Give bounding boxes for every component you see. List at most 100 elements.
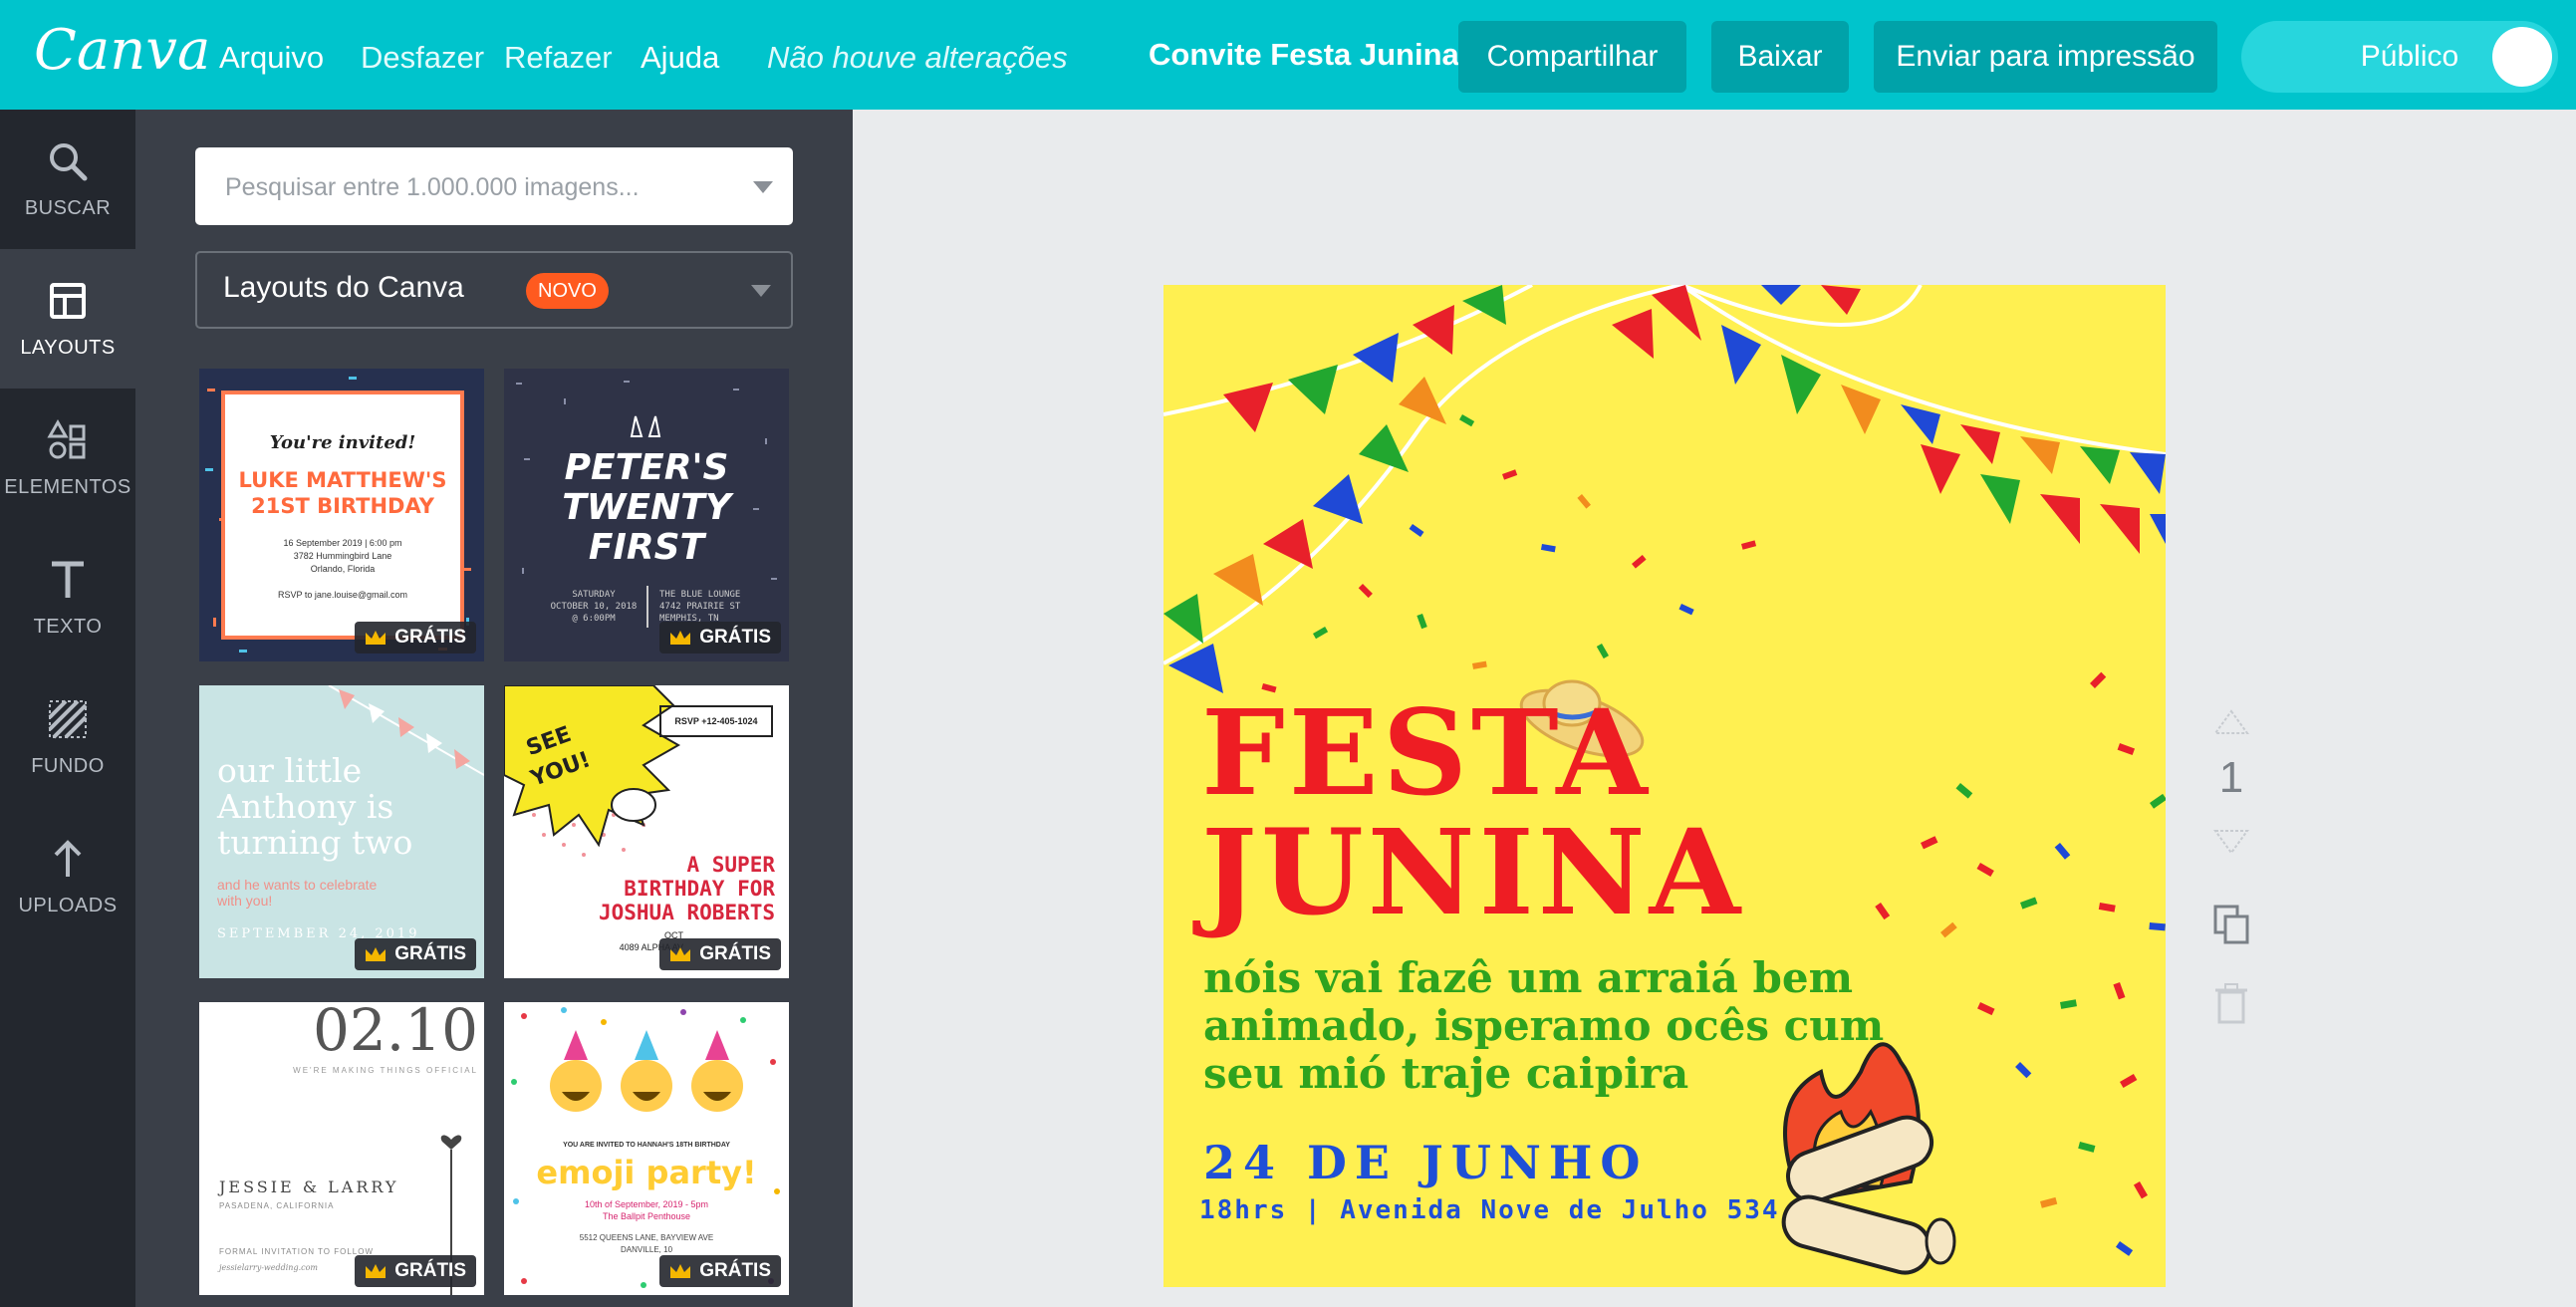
rail-label: TEXTO bbox=[33, 616, 103, 638]
layouts-dropdown-label: Layouts do Canva bbox=[223, 271, 464, 304]
template-text: THE BLUE LOUNGE bbox=[659, 590, 741, 600]
template-card[interactable]: You're invited! LUKE MATTHEW'S 21ST BIRT… bbox=[199, 369, 484, 661]
poster-body-line[interactable]: animado, isperamo ocês cum bbox=[1203, 1002, 1884, 1050]
template-card[interactable]: SEE YOU! RSVP +12-405-1024 A SUPER BIRTH… bbox=[504, 685, 789, 978]
visibility-toggle[interactable]: Público bbox=[2241, 21, 2558, 93]
crown-icon bbox=[670, 947, 691, 961]
crown-icon bbox=[366, 947, 386, 961]
template-text: A SUPER bbox=[686, 853, 775, 877]
elements-icon bbox=[47, 418, 86, 459]
free-badge: GRÁTIS bbox=[659, 1255, 781, 1287]
free-label: GRÁTIS bbox=[699, 627, 771, 648]
rail-label: UPLOADS bbox=[18, 895, 118, 916]
template-text: 21ST BIRTHDAY bbox=[251, 494, 434, 518]
template-card[interactable]: 02.10 WE'RE MAKING THINGS OFFICIAL JESSI… bbox=[199, 1002, 484, 1295]
template-text: JOSHUA ROBERTS bbox=[598, 901, 775, 924]
template-text: PETER'S bbox=[564, 447, 729, 488]
rail-label: FUNDO bbox=[31, 755, 105, 777]
layouts-panel: Layouts do Canva NOVO You're invited! LU… bbox=[135, 110, 853, 1307]
chevron-down-icon[interactable] bbox=[753, 181, 773, 193]
menu-desfazer[interactable]: Desfazer bbox=[361, 40, 484, 76]
rail-item-elementos[interactable]: ELEMENTOS bbox=[0, 389, 135, 528]
move-page-down-icon[interactable] bbox=[2211, 827, 2251, 857]
poster-date[interactable]: 24 DE JUNHO bbox=[1203, 1136, 1648, 1189]
page-number: 1 bbox=[2218, 753, 2244, 802]
menu-arquivo[interactable]: Arquivo bbox=[219, 40, 324, 76]
delete-page-icon[interactable] bbox=[2211, 982, 2251, 1026]
layouts-icon bbox=[50, 283, 86, 319]
search-input[interactable] bbox=[223, 147, 745, 227]
template-card[interactable]: our little Anthony is turning two and he… bbox=[199, 685, 484, 978]
template-text: YOU ARE INVITED TO HANNAH'S 18TH BIRTHDA… bbox=[563, 1142, 730, 1149]
menu-refazer[interactable]: Refazer bbox=[504, 40, 613, 76]
rail-item-layouts[interactable]: LAYOUTS bbox=[0, 249, 135, 389]
template-text: our little bbox=[217, 751, 363, 790]
document-title[interactable]: Convite Festa Junina bbox=[1149, 37, 1459, 73]
rail-item-uploads[interactable]: UPLOADS bbox=[0, 807, 135, 946]
move-page-up-icon[interactable] bbox=[2211, 707, 2251, 737]
poster-body-line[interactable]: nóis vai fazê um arraiá bem bbox=[1203, 954, 1853, 1002]
share-button[interactable]: Compartilhar bbox=[1458, 21, 1686, 93]
template-text: turning two bbox=[217, 823, 413, 862]
crown-icon bbox=[366, 1264, 386, 1278]
template-text: 16 September 2019 | 6:00 pm bbox=[283, 538, 402, 548]
menu-ajuda[interactable]: Ajuda bbox=[641, 40, 719, 76]
crown-icon bbox=[670, 1264, 691, 1278]
template-text: RSVP +12-405-1024 bbox=[659, 705, 773, 737]
rail-item-buscar[interactable]: BUSCAR bbox=[0, 110, 135, 249]
template-text: RSVP to jane.louise@gmail.com bbox=[277, 590, 408, 600]
template-card[interactable]: YOU ARE INVITED TO HANNAH'S 18TH BIRTHDA… bbox=[504, 1002, 789, 1295]
crown-icon bbox=[670, 631, 691, 645]
poster-title-line2[interactable]: JUNINA bbox=[1201, 813, 1744, 932]
divider bbox=[646, 586, 648, 628]
canva-logo[interactable]: Canva bbox=[34, 18, 210, 83]
template-text: WE'RE MAKING THINGS OFFICIAL bbox=[293, 1066, 478, 1075]
template-text: OCTOBER 10, 2018 bbox=[550, 602, 638, 612]
duplicate-page-icon[interactable] bbox=[2211, 903, 2251, 946]
download-button[interactable]: Baixar bbox=[1711, 21, 1849, 93]
template-card[interactable]: PETER'S TWENTY FIRST SATURDAY OCTOBER 10… bbox=[504, 369, 789, 661]
template-text: @ 6:00PM bbox=[572, 614, 616, 624]
free-label: GRÁTIS bbox=[394, 1260, 466, 1281]
free-badge: GRÁTIS bbox=[659, 938, 781, 970]
left-rail: BUSCAR LAYOUTS ELEMENTOS TEXTO FUNDO UPL… bbox=[0, 110, 135, 1307]
bonfire bbox=[1781, 1042, 1956, 1275]
template-text: JESSIE & LARRY bbox=[219, 1177, 399, 1196]
poster-title-line1[interactable]: FESTA bbox=[1201, 693, 1652, 813]
design-canvas[interactable]: FESTA JUNINA nóis vai fazê um arraiá bem… bbox=[1163, 285, 2166, 1287]
upload-icon bbox=[54, 840, 82, 877]
free-badge: GRÁTIS bbox=[659, 622, 781, 654]
poster-details[interactable]: 18hrs | Avenida Nove de Julho 534 bbox=[1199, 1195, 1780, 1225]
image-search[interactable] bbox=[195, 147, 793, 227]
background-icon bbox=[48, 699, 88, 739]
top-bar: Canva Arquivo Desfazer Refazer Ajuda Não… bbox=[0, 0, 2576, 110]
text-icon bbox=[52, 561, 84, 598]
visibility-label: Público bbox=[2360, 40, 2459, 73]
rail-label: ELEMENTOS bbox=[4, 476, 131, 498]
rail-item-fundo[interactable]: FUNDO bbox=[0, 667, 135, 807]
template-text: FIRST bbox=[588, 527, 705, 568]
template-text: Orlando, Florida bbox=[310, 564, 376, 574]
free-label: GRÁTIS bbox=[699, 1260, 771, 1281]
new-badge: NOVO bbox=[526, 273, 609, 309]
crown-icon bbox=[366, 631, 386, 645]
template-text: 4742 PRAIRIE ST bbox=[659, 602, 741, 612]
poster-body-line[interactable]: seu mió traje caipira bbox=[1203, 1050, 1688, 1098]
print-button[interactable]: Enviar para impressão bbox=[1874, 21, 2217, 93]
template-text: SATURDAY bbox=[572, 590, 616, 600]
free-label: GRÁTIS bbox=[699, 943, 771, 964]
free-label: GRÁTIS bbox=[394, 627, 466, 648]
template-text: 5512 QUEENS LANE, BAYVIEW AVE bbox=[579, 1233, 714, 1242]
rail-label: LAYOUTS bbox=[20, 337, 116, 359]
template-text: The Ballpit Penthouse bbox=[602, 1211, 691, 1221]
template-text: DANVILLE, 10 bbox=[620, 1245, 673, 1254]
layouts-dropdown[interactable]: Layouts do Canva NOVO bbox=[195, 251, 793, 329]
chevron-down-icon bbox=[751, 285, 771, 297]
template-text: Anthony is bbox=[217, 787, 394, 826]
template-text: You're invited! bbox=[269, 432, 416, 453]
template-text: emoji party! bbox=[536, 1154, 757, 1191]
toggle-knob bbox=[2492, 27, 2552, 87]
template-text: PASADENA, CALIFORNIA bbox=[219, 1201, 335, 1210]
template-text: 3782 Hummingbird Lane bbox=[293, 551, 392, 561]
rail-item-texto[interactable]: TEXTO bbox=[0, 528, 135, 667]
